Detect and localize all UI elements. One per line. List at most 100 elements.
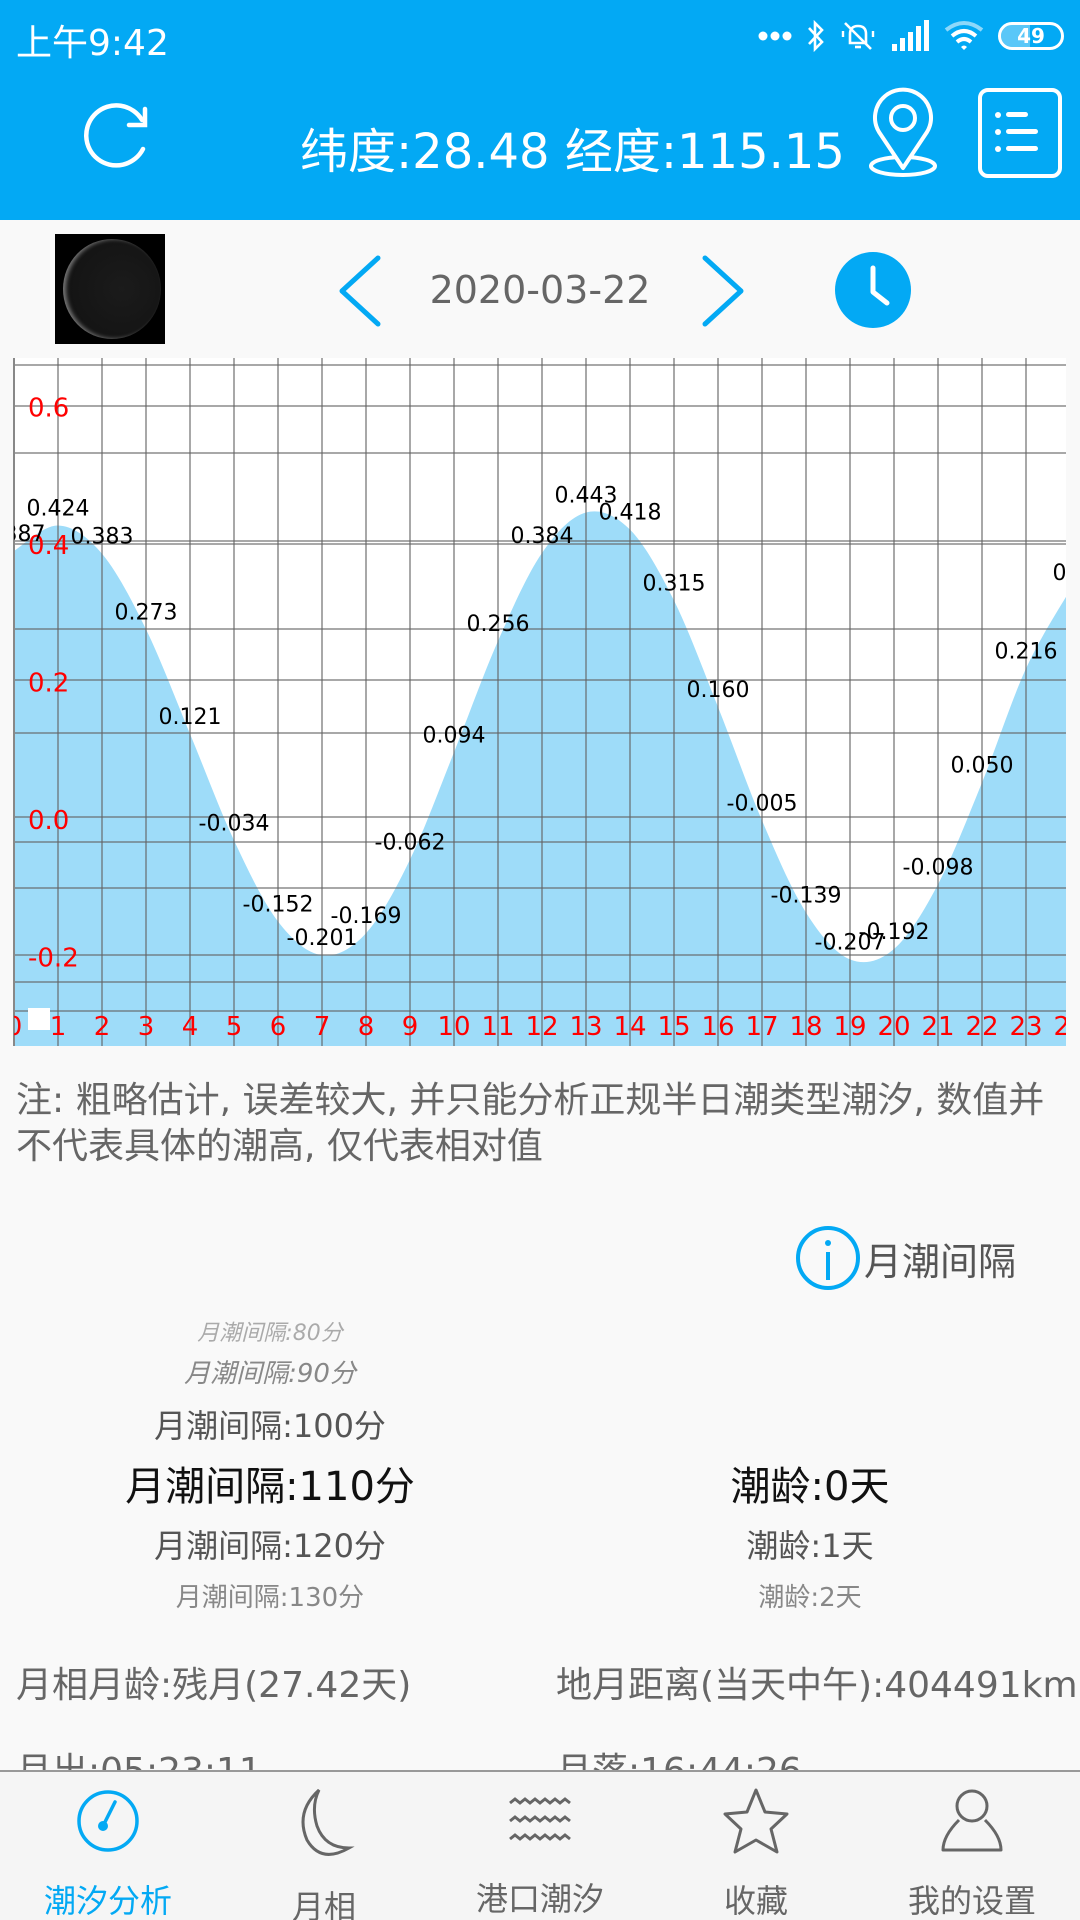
data-label: 0.418 <box>599 501 662 526</box>
data-label: -0.139 <box>771 884 842 909</box>
location-button[interactable] <box>862 86 944 182</box>
x-tick-label: 23 <box>1009 1012 1042 1042</box>
tide-age-picker[interactable]: . . . 潮龄:0天 潮龄:1天 潮龄:2天 <box>640 1316 980 1622</box>
data-label: 0.160 <box>687 678 750 703</box>
data-label: 0.315 <box>643 571 706 596</box>
data-label: -0.005 <box>727 791 798 816</box>
chevron-right-icon <box>702 255 744 327</box>
battery-icon: 49 <box>998 22 1064 50</box>
nav-tide-analysis[interactable]: 潮汐分析 <box>0 1772 216 1920</box>
data-label: -0.062 <box>375 831 446 856</box>
x-tick-label: 10 <box>437 1012 470 1042</box>
x-tick-label: 13 <box>569 1012 602 1042</box>
picker-option-selected[interactable]: 月潮间隔:110分 <box>60 1456 480 1518</box>
y-tick-label: 0.2 <box>28 669 69 699</box>
list-button[interactable] <box>978 88 1062 178</box>
data-label: -0.098 <box>903 855 974 880</box>
data-label: 0.094 <box>423 723 486 748</box>
gauge-icon <box>68 1786 148 1856</box>
picker-option[interactable]: 潮龄:2天 <box>640 1574 980 1622</box>
moon-phase-age: 月相月龄:残月(27.42天) <box>16 1665 412 1706</box>
refresh-icon <box>84 103 148 168</box>
data-label: 0.273 <box>115 600 178 625</box>
data-label: -0.152 <box>243 893 314 918</box>
x-tick-label: 16 <box>701 1012 734 1042</box>
x-tick-label: 18 <box>789 1012 822 1042</box>
legend-swatch <box>28 1008 50 1030</box>
y-tick-label: 0.0 <box>28 806 69 836</box>
data-label: 0.256 <box>467 612 530 637</box>
picker-option[interactable]: 月潮间隔:130分 <box>60 1574 480 1622</box>
data-label: 0.050 <box>951 754 1014 779</box>
y-tick-label: -0.2 <box>28 944 79 974</box>
data-label: -0.192 <box>859 920 930 945</box>
status-icons: 49 <box>758 16 1064 56</box>
refresh-button[interactable] <box>74 92 160 178</box>
nav-label: 月相 <box>291 1888 356 1920</box>
list-icon <box>995 112 1038 152</box>
nav-my-settings[interactable]: 我的设置 <box>864 1772 1080 1920</box>
picker-option[interactable]: 潮龄:1天 <box>640 1518 980 1574</box>
picker-option[interactable]: 月潮间隔:80分 <box>60 1316 480 1352</box>
clock-button[interactable] <box>835 252 911 328</box>
header: 上午9:42 49 纬度:28.48 经度:115.15 <box>0 0 1080 220</box>
info-icon <box>796 1226 860 1290</box>
picker-option-selected[interactable]: 潮龄:0天 <box>640 1456 980 1518</box>
x-tick-label: 4 <box>182 1012 199 1042</box>
data-label: -0.169 <box>331 904 402 929</box>
x-tick-label: 5 <box>226 1012 243 1042</box>
chevron-left-icon <box>339 255 381 327</box>
data-label: 0.387 <box>0 522 45 547</box>
nav-label: 港口潮汐 <box>475 1880 604 1918</box>
x-tick-label: 15 <box>657 1012 690 1042</box>
x-tick-label: 9 <box>402 1012 419 1042</box>
x-tick-label: 17 <box>745 1012 778 1042</box>
x-tick-label: 22 <box>965 1012 998 1042</box>
more-dots-icon <box>758 30 792 42</box>
location-pin-icon <box>869 87 937 177</box>
x-tick-label: 20 <box>877 1012 910 1042</box>
picker-option[interactable]: 月潮间隔:100分 <box>60 1396 480 1456</box>
bottom-nav: 潮汐分析 月相 港口潮汐 收藏 我的设置 <box>0 1770 1080 1920</box>
earth-moon-distance: 地月距离(当天中午):404491km <box>556 1665 1078 1706</box>
nav-favorites[interactable]: 收藏 <box>648 1772 864 1920</box>
vibrate-silent-icon <box>840 19 876 53</box>
x-tick-label: 24 <box>1053 1012 1080 1042</box>
y-tick-label: 0.6 <box>28 394 69 424</box>
interval-picker[interactable]: 月潮间隔:80分 月潮间隔:90分 月潮间隔:100分 月潮间隔:110分 月潮… <box>60 1316 480 1622</box>
interval-info-toggle[interactable]: 月潮间隔 <box>796 1226 1016 1290</box>
status-time: 上午9:42 <box>16 23 169 64</box>
nav-moon-phase[interactable]: 月相 <box>216 1772 432 1920</box>
prev-day-button[interactable] <box>330 254 390 328</box>
x-tick-label: 6 <box>270 1012 287 1042</box>
moon-disc <box>63 239 161 339</box>
moon-phase-image <box>55 234 165 344</box>
current-date[interactable]: 2020-03-22 <box>390 268 690 312</box>
x-tick-label: 12 <box>525 1012 558 1042</box>
x-tick-label: 19 <box>833 1012 866 1042</box>
x-tick-label: 3 <box>138 1012 155 1042</box>
nav-port-tide[interactable]: 港口潮汐 <box>432 1772 648 1920</box>
x-tick-label: 21 <box>921 1012 954 1042</box>
data-label: -0.034 <box>199 811 270 836</box>
waves-icon <box>500 1786 580 1854</box>
data-label: 0.121 <box>159 705 222 730</box>
battery-level: 49 <box>1017 24 1045 48</box>
x-tick-label: 7 <box>314 1012 331 1042</box>
wifi-icon <box>944 20 984 52</box>
data-label: 0.3 <box>1053 561 1080 586</box>
star-icon <box>716 1786 796 1856</box>
picker-option[interactable]: 月潮间隔:90分 <box>60 1352 480 1396</box>
nav-label: 收藏 <box>723 1882 788 1920</box>
x-tick-label: 11 <box>481 1012 514 1042</box>
nav-label: 潮汐分析 <box>43 1882 172 1920</box>
tide-chart-svg: 0.60.40.20.0-0.20 1 2 3 4 5 6 7 8 9 10 11 12 13 14 15 16… <box>0 358 1080 1046</box>
data-label: 0.216 <box>995 640 1058 665</box>
nav-label: 我的设置 <box>907 1882 1036 1920</box>
next-day-button[interactable] <box>693 254 753 328</box>
tide-chart: 0.6 0.4 0.2 0.0 -0.2 0 1 2 3 4 5 6 7 8 9 10 11 12 13 14 15 16… <box>0 354 1080 1046</box>
info-toggle-label: 月潮间隔 <box>864 1239 1017 1284</box>
picker-option[interactable]: 月潮间隔:120分 <box>60 1518 480 1574</box>
data-label: 0.424 <box>27 497 90 522</box>
bluetooth-icon <box>806 19 826 53</box>
